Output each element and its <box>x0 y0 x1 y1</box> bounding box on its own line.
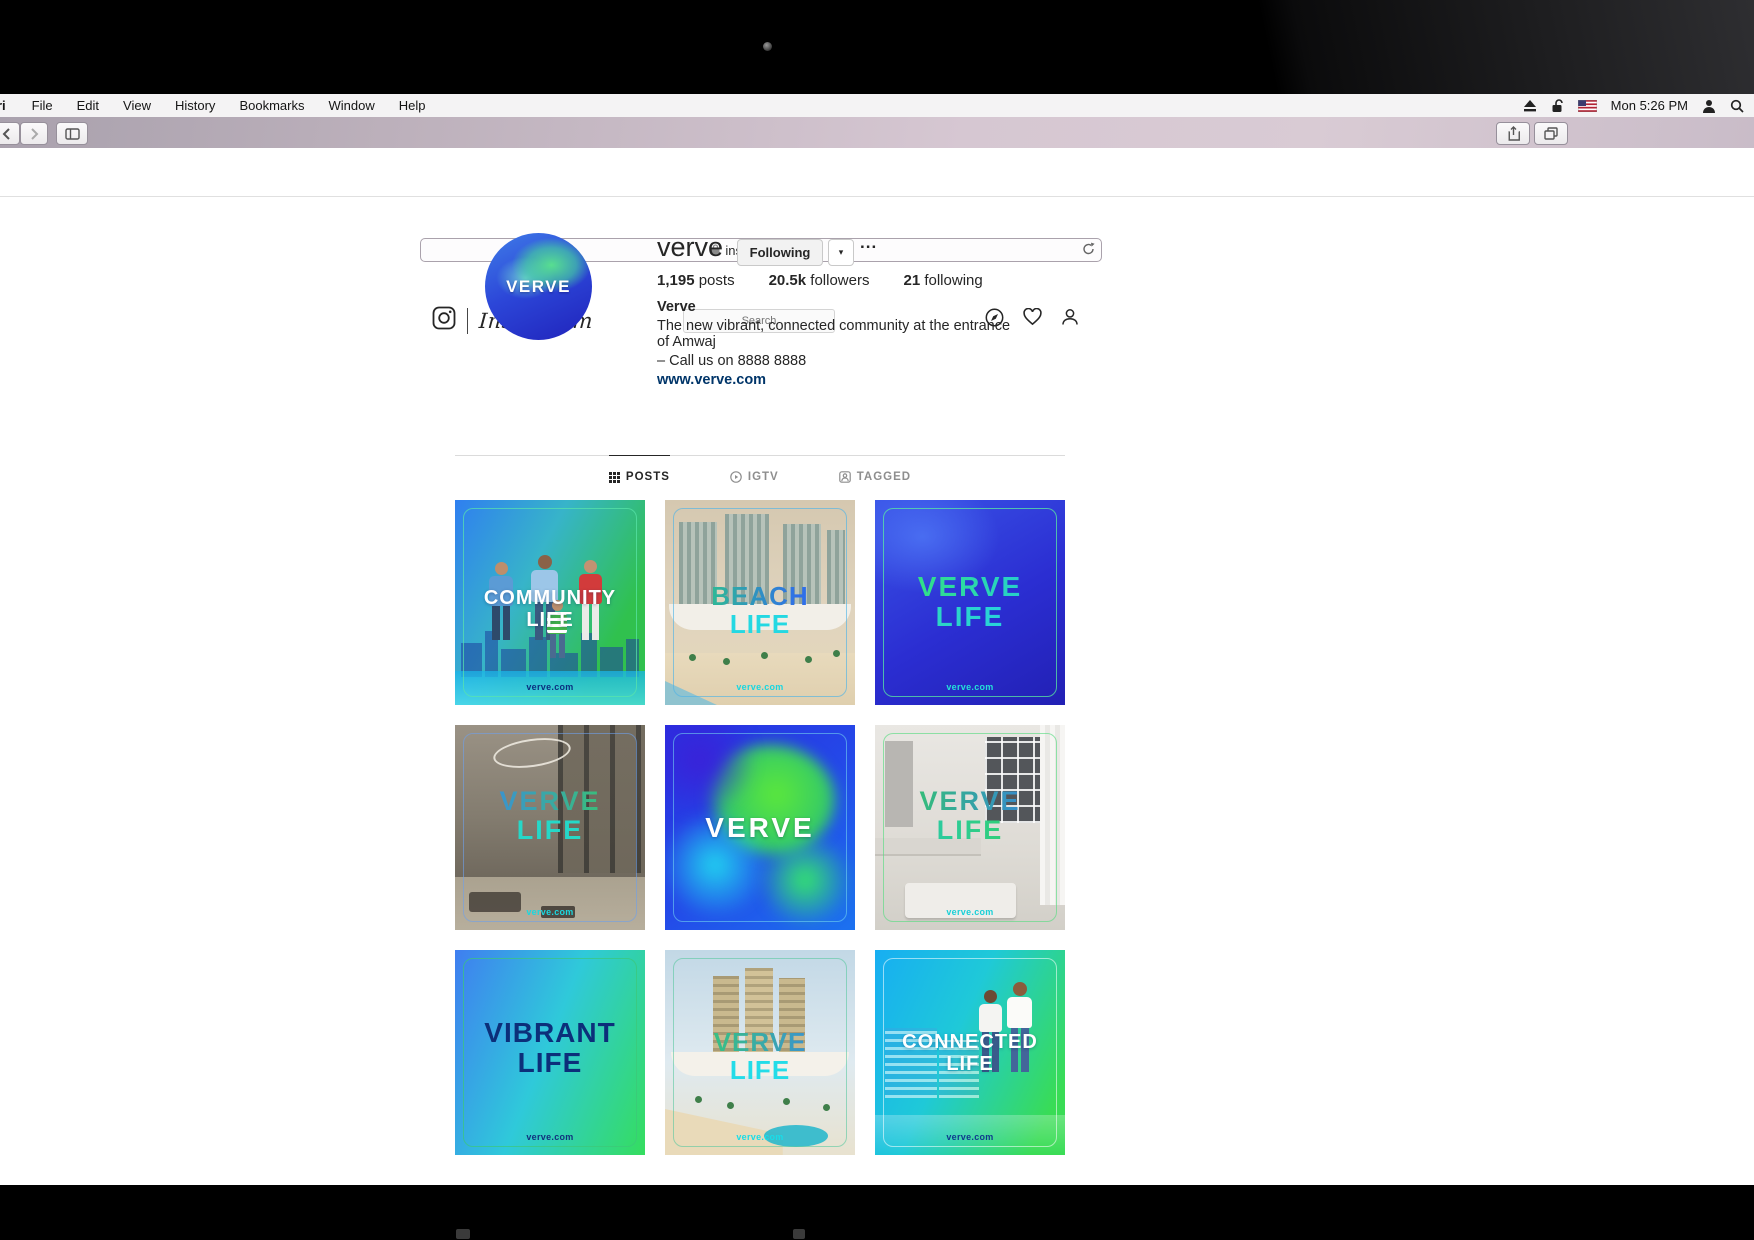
menu-help[interactable]: Help <box>387 98 438 113</box>
post-thumbnail-verve-fluid[interactable]: VERVE <box>665 725 855 930</box>
stat-following[interactable]: 21 following <box>903 272 982 289</box>
avatar-text: VERVE <box>506 276 571 296</box>
bio-display-name: Verve <box>657 299 696 315</box>
menu-bookmarks[interactable]: Bookmarks <box>227 98 316 113</box>
menu-view[interactable]: View <box>111 98 163 113</box>
profile-person-icon[interactable] <box>1061 308 1079 332</box>
forward-button[interactable] <box>20 122 48 145</box>
instagram-glyph-icon[interactable] <box>432 306 456 335</box>
menu-edit[interactable]: Edit <box>65 98 111 113</box>
activity-heart-icon[interactable] <box>1023 307 1042 332</box>
post-title-line: LIFE <box>875 815 1065 845</box>
post-thumbnail-connected-life[interactable]: CONNECTED LIFE verve.com <box>875 950 1065 1155</box>
post-thumbnail-vibrant-life[interactable]: VIBRANT LIFE verve.com <box>455 950 645 1155</box>
screen: ri File Edit View History Bookmarks Wind… <box>0 0 1754 1240</box>
post-thumbnail-verve-life-interior[interactable]: VERVE LIFE verve.com <box>875 725 1065 930</box>
input-source-flag-icon[interactable] <box>1577 99 1597 112</box>
post-watermark: verve.com <box>736 1132 784 1142</box>
post-title-line: LIFE <box>526 608 574 631</box>
igtv-icon <box>730 471 742 483</box>
post-watermark: verve.com <box>736 682 784 692</box>
post-title-line: LIFE <box>946 1052 994 1075</box>
sidebar-toggle-button[interactable] <box>56 122 88 145</box>
menu-clock[interactable]: Mon 5:26 PM <box>1611 98 1688 113</box>
menu-history[interactable]: History <box>163 98 227 113</box>
tab-overview-button[interactable] <box>1534 122 1568 145</box>
tab-tagged-label: TAGGED <box>856 471 912 483</box>
spotlight-search-icon[interactable] <box>1730 99 1744 113</box>
post-thumbnail-beach-life[interactable]: BEACH LIFE verve.com <box>665 500 855 705</box>
instagram-nav-bar: Instagram <box>0 148 1754 334</box>
post-thumbnail-verve-life-towers[interactable]: VERVE LIFE verve.com <box>665 950 855 1155</box>
tab-posts-label: POSTS <box>625 471 670 483</box>
post-watermark: verve.com <box>946 907 994 917</box>
post-title-line: VERVE <box>705 812 815 843</box>
post-watermark: verve.com <box>526 1132 574 1142</box>
bio-website-link[interactable]: www.verve.com <box>657 372 1017 389</box>
post-title-line: LIFE <box>517 1047 583 1079</box>
menu-file[interactable]: File <box>20 98 65 113</box>
tab-posts[interactable]: POSTS <box>608 455 670 483</box>
following-dropdown-button[interactable]: ▾ <box>828 239 854 266</box>
tab-tagged[interactable]: TAGGED <box>838 456 912 483</box>
grid-icon <box>608 471 620 483</box>
post-title-line: LIFE <box>516 815 584 846</box>
post-title-line: BEACH <box>665 582 855 610</box>
tab-igtv[interactable]: IGTV <box>730 456 779 483</box>
post-title-line: VERVE <box>875 571 1065 602</box>
desktop-bottom-bar <box>0 1185 1754 1240</box>
post-thumbnail-verve-life-lobby[interactable]: VERVE LIFE verve.com <box>455 725 645 930</box>
dock-mark <box>456 1229 470 1239</box>
app-menu-safari[interactable]: ri <box>0 98 6 113</box>
stat-posts: 1,195 posts <box>657 272 735 289</box>
desktop-top-bar <box>0 0 1754 94</box>
post-watermark: verve.com <box>526 682 574 692</box>
tab-igtv-label: IGTV <box>747 471 779 483</box>
post-thumbnail-verve-life-blue[interactable]: VERVE LIFE verve.com <box>875 500 1065 705</box>
user-icon[interactable] <box>1702 99 1716 113</box>
unlock-icon[interactable] <box>1551 98 1564 113</box>
post-title-line: LIFE <box>729 609 791 640</box>
tagged-icon <box>838 471 851 483</box>
post-thumbnail-community-life[interactable]: COMMUNITY LIFE verve.com <box>455 500 645 705</box>
share-button[interactable] <box>1496 122 1530 145</box>
profile-avatar[interactable]: VERVE <box>485 233 592 340</box>
post-title-line: CONNECTED <box>902 1031 1038 1053</box>
eject-icon[interactable] <box>1523 99 1537 112</box>
reload-icon[interactable] <box>1082 242 1095 259</box>
stat-followers[interactable]: 20.5k followers <box>769 272 870 289</box>
bio-line-2: – Call us on 8888 8888 <box>657 352 807 369</box>
bio-line-1: The new vibrant, connected community at … <box>657 317 1011 350</box>
back-button[interactable] <box>0 122 20 145</box>
more-options-button[interactable]: ... <box>860 233 877 253</box>
post-title-line: VERVE <box>875 786 1065 816</box>
menu-window[interactable]: Window <box>316 98 386 113</box>
profile-stats: 1,195 posts 20.5k followers 21 following <box>657 272 983 289</box>
profile-tabs: POSTS IGTV TAGGED <box>455 455 1065 483</box>
post-title-line: VERVE <box>665 1028 855 1056</box>
profile-username: verve <box>657 232 724 262</box>
post-title-line: VIBRANT <box>484 1017 616 1048</box>
dock-mark <box>793 1229 805 1239</box>
post-title-line: LIFE <box>875 601 1065 632</box>
following-button[interactable]: Following <box>737 239 823 266</box>
post-title-line: COMMUNITY <box>483 587 617 609</box>
profile-bio: Verve The new vibrant, connected communi… <box>657 299 1017 389</box>
webcam-dot <box>763 42 772 51</box>
post-watermark: verve.com <box>946 1132 994 1142</box>
menu-bar: ri File Edit View History Bookmarks Wind… <box>0 94 1754 118</box>
post-watermark: verve.com <box>946 682 994 692</box>
post-title-line: LIFE <box>729 1055 791 1086</box>
brand-divider <box>467 307 468 334</box>
browser-toolbar: instagram.com <box>0 117 1754 262</box>
post-watermark: verve.com <box>526 907 574 917</box>
post-title-line: VERVE <box>455 786 645 816</box>
